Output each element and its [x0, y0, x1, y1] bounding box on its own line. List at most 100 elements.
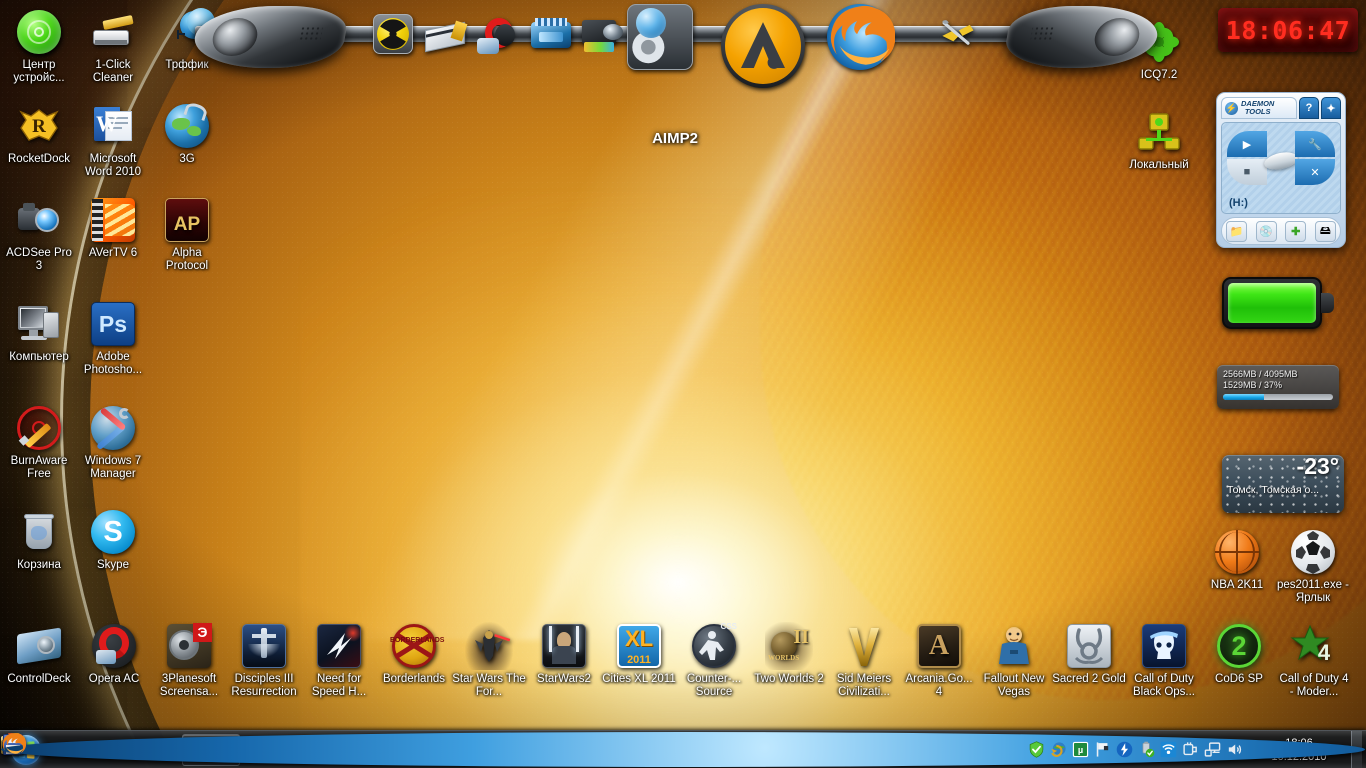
desktop-icon-label: Sid Meiers Civilizati...	[827, 673, 901, 698]
volume-icon	[1226, 745, 1243, 762]
network-monitor-icon[interactable]	[1204, 741, 1221, 758]
desktop-icon-label: StarWars2	[527, 673, 601, 686]
desktop-icon-counter-strike-source[interactable]: CSSCounter-... Source	[677, 622, 751, 698]
dock-item-opera-icon[interactable]	[475, 12, 519, 56]
shield-icon	[1028, 745, 1045, 762]
memory-total-line: 2566MB / 4095MB	[1223, 369, 1333, 380]
daemon-catalog-button[interactable]: 💿	[1256, 221, 1277, 242]
soccer-icon	[1289, 528, 1337, 576]
volume-icon[interactable]	[1226, 741, 1243, 758]
rocketdock-icon: R	[15, 102, 63, 150]
dock-item-notepad-icon[interactable]	[423, 12, 467, 56]
dock-item-media-icon[interactable]	[527, 12, 571, 56]
nfs-icon	[315, 622, 363, 670]
weather-gadget[interactable]: -23° Томск, Томская о...	[1222, 455, 1344, 513]
desktop-icon-label: Arcania.Go... 4	[902, 673, 976, 698]
dock-item-firefox-icon[interactable]	[825, 2, 895, 72]
led-clock-gadget[interactable]: 18:06:47	[1218, 8, 1358, 52]
desktop-icon-windows-7-manager[interactable]: Windows 7 Manager	[76, 404, 150, 480]
usbdev-icon	[1138, 745, 1155, 762]
memory-used-line: 1529MB / 37%	[1223, 380, 1333, 391]
daemon-tools-gadget[interactable]: ⚡ DAEMON TOOLS ? ✦ ▶ ■ 🔧 ✕ (H:) 📁 💿 ✚ 🖴	[1216, 92, 1346, 248]
desktop-icon-recycle-bin[interactable]: Корзина	[2, 508, 76, 572]
update-globe-icon[interactable]	[1050, 741, 1067, 758]
desktop-icon-rocketdock[interactable]: RRocketDock	[2, 102, 76, 166]
desktop-icon-sacred-2-gold[interactable]: Sacred 2 Gold	[1052, 622, 1126, 686]
daemon-settings-button[interactable]: 🔧	[1295, 131, 1335, 157]
desktop-icon-cod-black-ops[interactable]: Call of Duty Black Ops...	[1127, 622, 1201, 698]
desktop-icon-need-for-speed[interactable]: Need for Speed H...	[302, 622, 376, 698]
svg-text:R: R	[32, 116, 46, 137]
desktop-icon-borderlands[interactable]: BORDERLANDSBorderlands	[377, 622, 451, 686]
utorrent-icon[interactable]: µ	[1072, 741, 1089, 758]
desktop-icon-star-wars-force-unleashed[interactable]: Star Wars The For...	[452, 622, 526, 698]
antivirus-shield-icon[interactable]	[1028, 741, 1045, 758]
daemon-unmount-button[interactable]: ✕	[1295, 159, 1335, 185]
dock-knob-left	[210, 18, 261, 56]
dock-item-camera-icon[interactable]	[579, 12, 623, 56]
desktop-icon-label: Windows 7 Manager	[76, 455, 150, 480]
battery-gadget[interactable]	[1222, 277, 1334, 329]
desktop-icon-cities-xl-2011[interactable]: XL 2011Cities XL 2011	[602, 622, 676, 686]
disciples-icon	[240, 622, 288, 670]
firefox-task-button[interactable]	[182, 734, 240, 766]
dock-item-radiation-icon[interactable]	[371, 12, 415, 56]
desktop-icon-two-worlds-2[interactable]: II WORLDSTwo Worlds 2	[752, 622, 826, 686]
desktop-icon-burnaware-free[interactable]: BurnAware Free	[2, 404, 76, 480]
memory-gadget[interactable]: 2566MB / 4095MB 1529MB / 37%	[1217, 365, 1339, 409]
desktop-icon-cod4-modern-warfare[interactable]: 4Call of Duty 4 - Moder...	[1277, 622, 1351, 698]
usb-safely-remove-icon[interactable]	[1138, 741, 1155, 758]
daemon-extras-button[interactable]: ✦	[1321, 97, 1341, 119]
wireless-network-icon[interactable]	[1160, 741, 1177, 758]
desktop-icon-devices-center[interactable]: Центр устройс...	[2, 8, 76, 84]
power-plug-icon[interactable]	[1182, 741, 1199, 758]
daemon-device-button[interactable]: 🖴	[1315, 221, 1336, 242]
desktop-icon-disciples-3[interactable]: Disciples III Resurrection	[227, 622, 301, 698]
desktop-icon-label: Borderlands	[377, 673, 451, 686]
desktop-icon-acdsee-pro-3[interactable]: ACDSee Pro 3	[2, 196, 76, 272]
dock-cap-left	[190, 6, 351, 68]
dock-item-aimp2-icon[interactable]	[719, 2, 807, 90]
desktop-icon-microsoft-word-2010[interactable]: WMicrosoft Word 2010	[76, 102, 150, 178]
desktop-icon-label: Disciples III Resurrection	[227, 673, 301, 698]
desktop-icon-starwars2[interactable]: StarWars2	[527, 622, 601, 686]
desktop-icon-controldeck[interactable]: ControlDeck	[2, 622, 76, 686]
desktop-icon-label: Opera AC	[77, 673, 151, 686]
flag-action-center-icon[interactable]	[1094, 741, 1111, 758]
daemontray-icon	[1116, 745, 1133, 762]
rocketdock[interactable]: AIMP2	[195, 0, 1155, 96]
desktop-icon-skype[interactable]: SSkype	[76, 508, 150, 572]
daemon-gadget-title: ⚡ DAEMON TOOLS	[1221, 97, 1297, 119]
desktop-icon-opera-ac[interactable]: Opera AC	[77, 622, 151, 686]
daemon-play-button[interactable]: ▶	[1227, 131, 1267, 157]
daemon-tools-tray-icon[interactable]	[1116, 741, 1133, 758]
dock-item-settings-globe-icon[interactable]	[625, 2, 695, 72]
basketball-icon	[1213, 528, 1261, 576]
daemon-stop-button[interactable]: ■	[1227, 159, 1267, 185]
desktop-icon-adobe-photoshop[interactable]: PsAdobe Photosho...	[76, 300, 150, 376]
desktop-icon-3planesoft-screensaver[interactable]: Э3Planesoft Screensa...	[152, 622, 226, 698]
daemon-help-button[interactable]: ?	[1299, 97, 1319, 119]
opera-icon	[90, 622, 138, 670]
battery-fill	[1228, 283, 1316, 323]
desktop-icon-alpha-protocol[interactable]: APAlpha Protocol	[150, 196, 224, 272]
dock-knob-right	[1092, 18, 1143, 56]
cod4-icon: 4	[1290, 622, 1338, 670]
desktop-icon-computer[interactable]: Компьютер	[2, 300, 76, 364]
desktop-icon-avertv-6[interactable]: AVerTV 6	[76, 196, 150, 260]
daemon-add-drive-button[interactable]: ✚	[1285, 221, 1306, 242]
skype-icon: S	[89, 508, 137, 556]
daemon-gadget-header: ⚡ DAEMON TOOLS ? ✦	[1221, 97, 1341, 121]
daemon-mount-image-button[interactable]: 📁	[1226, 221, 1247, 242]
device-center-icon	[15, 8, 63, 56]
desktop-icon-nba-2k11[interactable]: NBA 2K11	[1200, 528, 1274, 592]
desktop-icon-fallout-new-vegas[interactable]: Fallout New Vegas	[977, 622, 1051, 698]
desktop-icon-pes2011[interactable]: pes2011.exe - Ярлык	[1276, 528, 1350, 604]
dock-item-tools-icon[interactable]	[935, 12, 979, 56]
battery-body	[1222, 277, 1322, 329]
desktop-icon-arcania-gothic-4[interactable]: AArcania.Go... 4	[902, 622, 976, 698]
desktop-icon-one-click-cleaner[interactable]: 1-Click Cleaner	[76, 8, 150, 84]
desktop-icon-civilization-5[interactable]: Sid Meiers Civilizati...	[827, 622, 901, 698]
desktop-icon-cod6-sp[interactable]: 2CoD6 SP	[1202, 622, 1276, 686]
twoworlds-icon: II WORLDS	[765, 622, 813, 670]
